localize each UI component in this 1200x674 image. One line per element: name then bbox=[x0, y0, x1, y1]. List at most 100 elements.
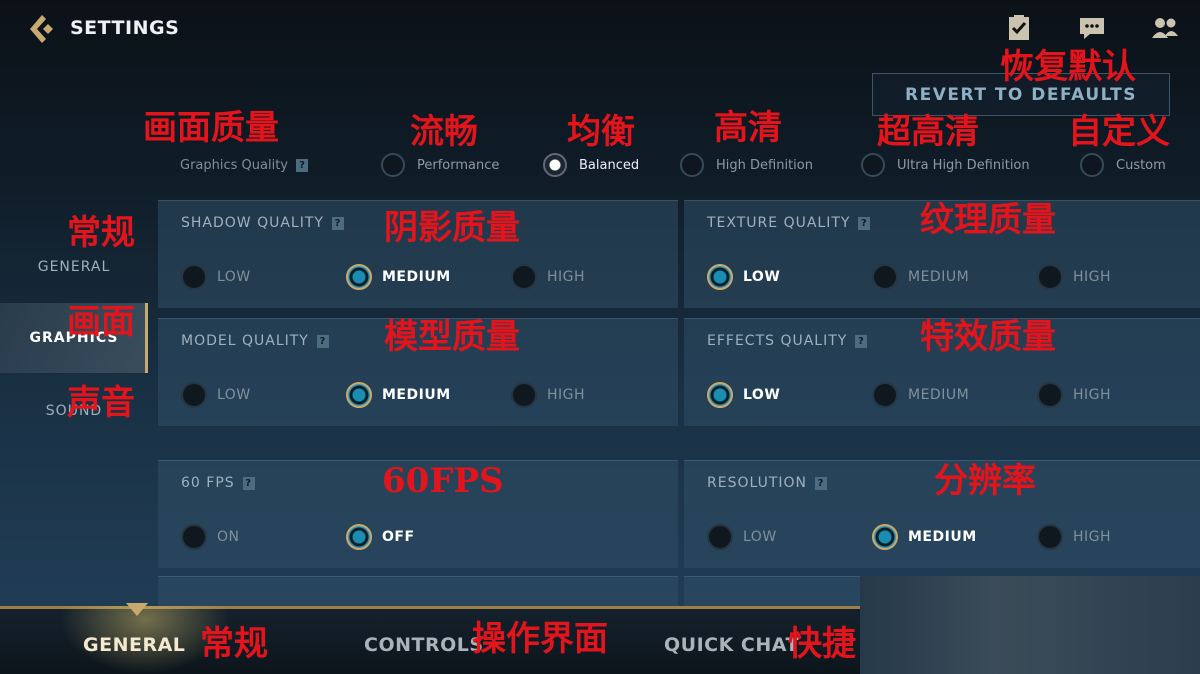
radio-button[interactable] bbox=[1037, 382, 1063, 408]
help-icon[interactable]: ? bbox=[855, 334, 868, 348]
radio-button[interactable] bbox=[1037, 264, 1063, 290]
panel-title: TEXTURE QUALITY? bbox=[707, 215, 871, 231]
radio-button[interactable] bbox=[346, 524, 372, 550]
annotation: 特效质量 bbox=[920, 317, 1056, 357]
radio-button[interactable] bbox=[1037, 524, 1063, 550]
radio-button[interactable] bbox=[181, 382, 207, 408]
radio-button[interactable] bbox=[872, 524, 898, 550]
option-low[interactable]: LOW bbox=[181, 264, 251, 290]
annotation: 恢复默认 bbox=[1000, 47, 1136, 87]
option-label: MEDIUM bbox=[382, 269, 451, 285]
panel-title-text: MODEL QUALITY bbox=[181, 333, 309, 349]
radio-button[interactable] bbox=[543, 153, 567, 177]
option-label: MEDIUM bbox=[908, 529, 977, 545]
sidebar-item-general[interactable]: GENERAL bbox=[0, 259, 148, 275]
option-medium[interactable]: MEDIUM bbox=[346, 264, 451, 290]
radio-button[interactable] bbox=[707, 382, 733, 408]
option-high[interactable]: HIGH bbox=[1037, 382, 1111, 408]
option-high[interactable]: HIGH bbox=[1037, 524, 1111, 550]
mission-checklist-icon[interactable] bbox=[1005, 14, 1033, 42]
radio-button[interactable] bbox=[381, 153, 405, 177]
option-label: HIGH bbox=[1073, 269, 1112, 285]
annotation: 流畅 bbox=[410, 112, 478, 152]
option-high[interactable]: HIGH bbox=[511, 382, 585, 408]
option-label: ON bbox=[217, 529, 240, 545]
panel-title: RESOLUTION? bbox=[707, 475, 828, 491]
radio-button[interactable] bbox=[707, 524, 733, 550]
option-medium[interactable]: MEDIUM bbox=[872, 382, 969, 408]
option-off[interactable]: OFF bbox=[346, 524, 415, 550]
radio-button[interactable] bbox=[707, 264, 733, 290]
option-low[interactable]: LOW bbox=[707, 264, 780, 290]
radio-button[interactable] bbox=[872, 264, 898, 290]
help-icon[interactable]: ? bbox=[316, 334, 329, 348]
option-medium[interactable]: MEDIUM bbox=[872, 524, 977, 550]
page-title: SETTINGS bbox=[70, 17, 180, 39]
help-icon[interactable]: ? bbox=[242, 476, 255, 490]
option-label: LOW bbox=[743, 387, 781, 403]
panel-title: EFFECTS QUALITY? bbox=[707, 333, 868, 349]
graphics-quality-text: Graphics Quality bbox=[180, 158, 288, 173]
help-icon[interactable]: ? bbox=[815, 476, 828, 490]
option-label: Balanced bbox=[579, 157, 640, 173]
annotation: 60FPS bbox=[382, 461, 504, 501]
option-label: LOW bbox=[217, 269, 251, 285]
option-medium[interactable]: MEDIUM bbox=[872, 264, 969, 290]
back-arrow-icon[interactable] bbox=[26, 12, 60, 46]
option-label: HIGH bbox=[547, 387, 586, 403]
radio-button[interactable] bbox=[511, 382, 537, 408]
tab-controls[interactable]: CONTROLS bbox=[364, 634, 484, 656]
radio-button[interactable] bbox=[861, 153, 885, 177]
graphics-quality-option-ultra-high-definition[interactable]: Ultra High Definition bbox=[861, 153, 1030, 177]
chat-icon[interactable] bbox=[1078, 14, 1106, 42]
panel-title-text: RESOLUTION bbox=[707, 475, 808, 491]
tab-quick-chat[interactable]: QUICK CHAT bbox=[664, 634, 799, 656]
panel-title: SHADOW QUALITY? bbox=[181, 215, 344, 231]
option-label: MEDIUM bbox=[908, 387, 970, 403]
annotation: 模型质量 bbox=[384, 317, 520, 357]
panel-title-text: SHADOW QUALITY bbox=[181, 215, 324, 231]
annotation: 快捷 bbox=[788, 624, 856, 664]
graphics-quality-option-performance[interactable]: Performance bbox=[381, 153, 499, 177]
help-icon[interactable]: ? bbox=[331, 216, 344, 230]
settings-panel-partial bbox=[684, 576, 860, 606]
radio-button[interactable] bbox=[511, 264, 537, 290]
annotation: 高清 bbox=[714, 108, 782, 148]
annotation: 操作界面 bbox=[472, 619, 608, 659]
friends-icon[interactable] bbox=[1151, 14, 1179, 42]
radio-button[interactable] bbox=[346, 264, 372, 290]
help-icon[interactable]: ? bbox=[296, 159, 308, 172]
option-on[interactable]: ON bbox=[181, 524, 240, 550]
help-icon[interactable]: ? bbox=[858, 216, 871, 230]
graphics-quality-option-balanced[interactable]: Balanced bbox=[543, 153, 639, 177]
radio-button[interactable] bbox=[181, 524, 207, 550]
graphics-quality-label: Graphics Quality? bbox=[180, 158, 308, 173]
option-low[interactable]: LOW bbox=[181, 382, 251, 408]
graphics-quality-option-high-definition[interactable]: High Definition bbox=[680, 153, 813, 177]
graphics-quality-option-custom[interactable]: Custom bbox=[1080, 153, 1166, 177]
blurred-region bbox=[860, 576, 1200, 674]
radio-button[interactable] bbox=[181, 264, 207, 290]
option-low[interactable]: LOW bbox=[707, 524, 777, 550]
radio-button[interactable] bbox=[680, 153, 704, 177]
option-low[interactable]: LOW bbox=[707, 382, 780, 408]
option-medium[interactable]: MEDIUM bbox=[346, 382, 451, 408]
annotation: 分辨率 bbox=[934, 461, 1036, 501]
option-label: LOW bbox=[217, 387, 251, 403]
annotation: 纹理质量 bbox=[920, 200, 1056, 240]
option-high[interactable]: HIGH bbox=[1037, 264, 1111, 290]
option-label: HIGH bbox=[1073, 529, 1112, 545]
annotation: 常规 bbox=[67, 213, 135, 253]
option-label: HIGH bbox=[1073, 387, 1112, 403]
radio-button[interactable] bbox=[872, 382, 898, 408]
panel-title: 60 FPS? bbox=[181, 475, 255, 491]
option-high[interactable]: HIGH bbox=[511, 264, 585, 290]
tab-general[interactable]: GENERAL bbox=[83, 634, 185, 656]
option-label: MEDIUM bbox=[908, 269, 970, 285]
tab-indicator-icon bbox=[126, 603, 148, 616]
radio-button[interactable] bbox=[346, 382, 372, 408]
option-label: Custom bbox=[1116, 157, 1166, 173]
annotation: 自定义 bbox=[1068, 112, 1170, 152]
radio-button[interactable] bbox=[1080, 153, 1104, 177]
option-label: High Definition bbox=[716, 157, 813, 173]
